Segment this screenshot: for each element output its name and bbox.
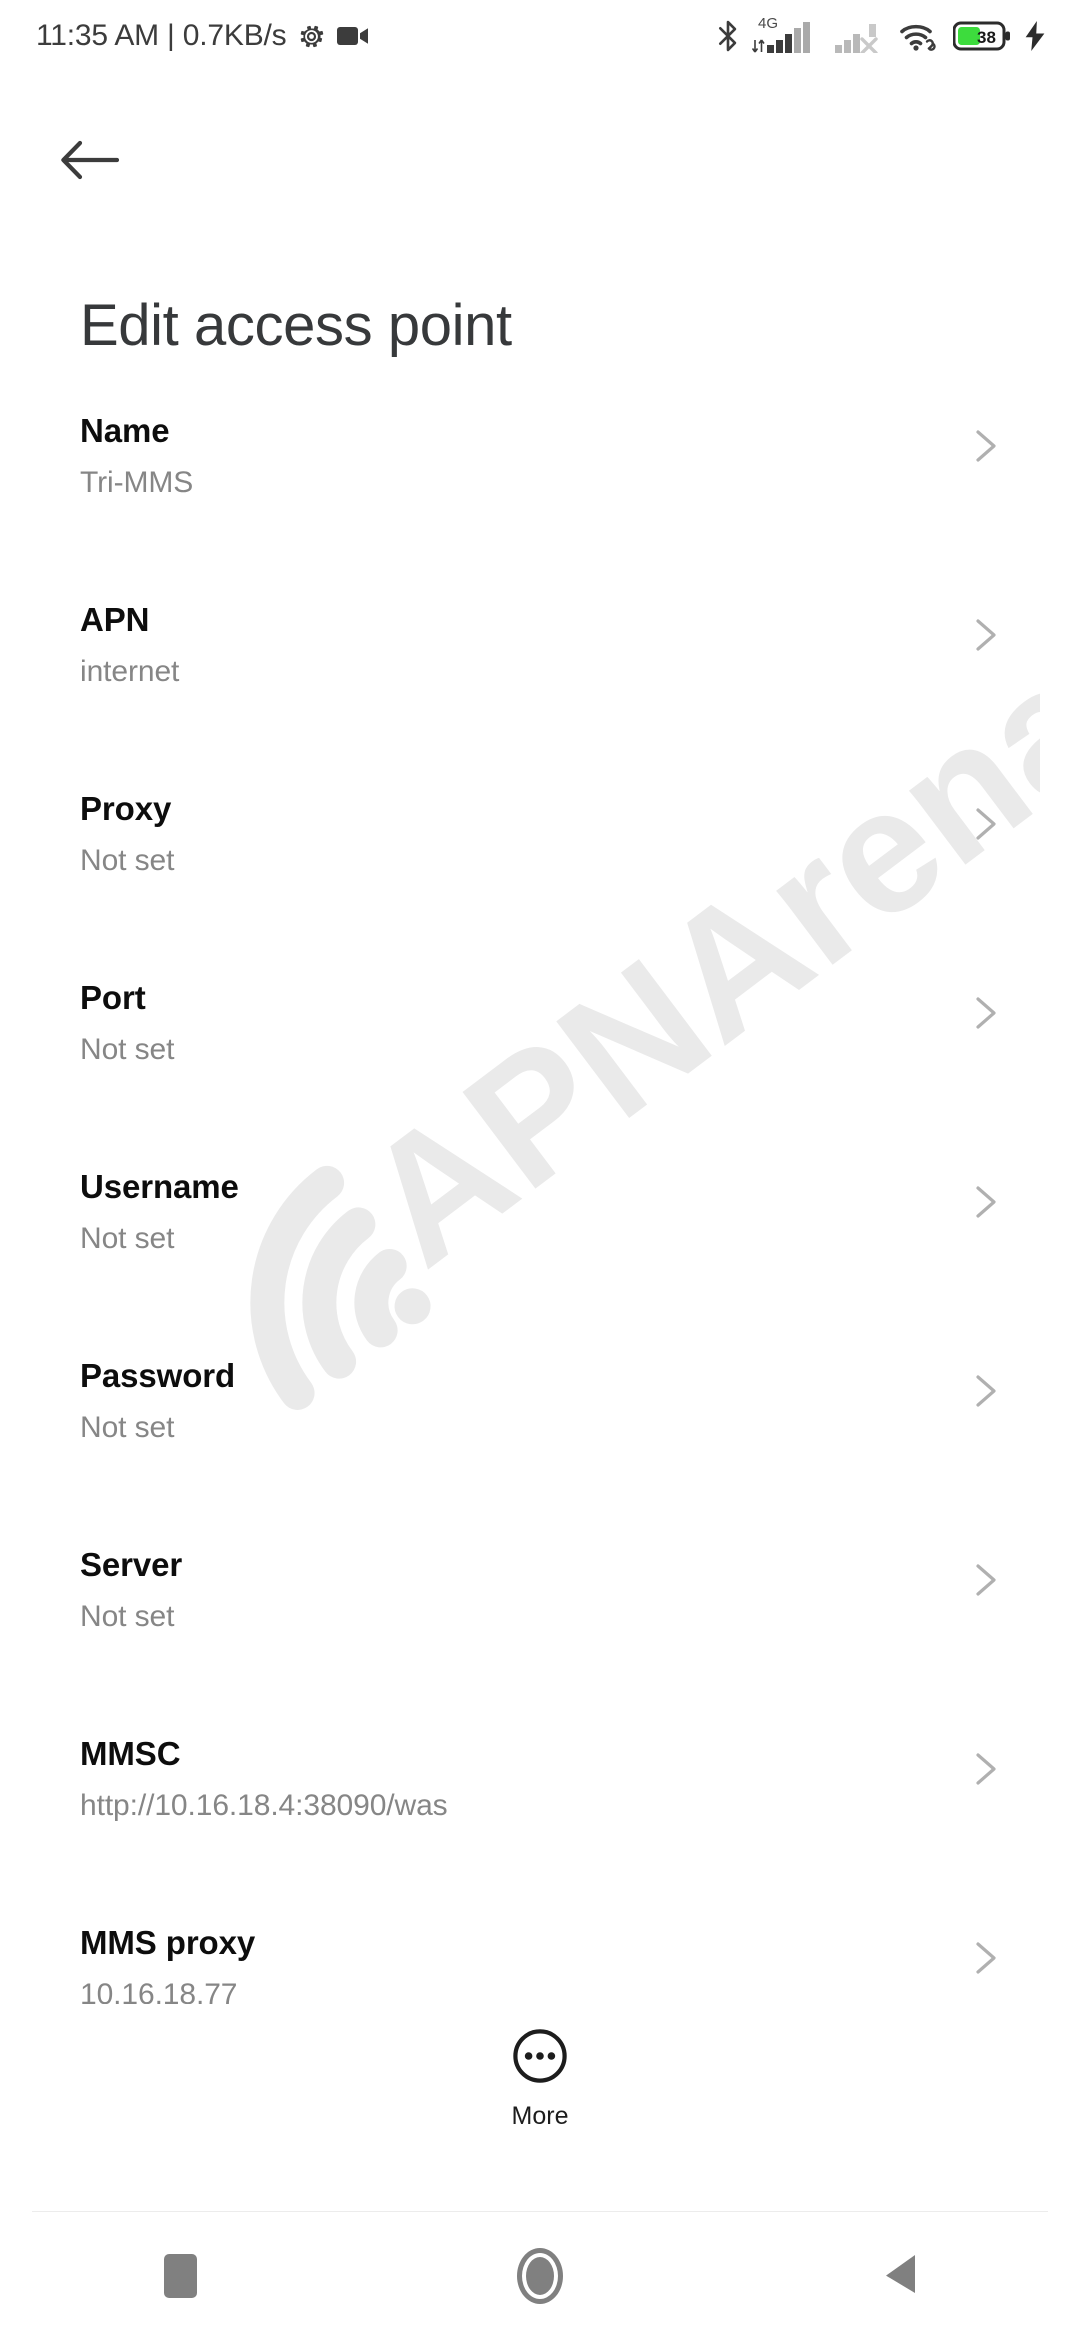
network-type-label: 4G [758,15,779,32]
gear-icon [297,22,326,51]
row-value: Not set [80,1222,175,1255]
setting-row-port[interactable]: Port Not set [0,971,1080,1160]
row-title: MMS proxy [80,1924,256,1961]
battery-icon: 38 [953,21,1011,51]
bluetooth-icon [717,19,739,53]
chevron-right-icon [970,1371,1004,1411]
arrow-left-icon [61,137,120,188]
chevron-right-icon [970,1560,1004,1600]
more-button[interactable]: More [0,2028,1080,2129]
nav-bar [0,2212,1080,2340]
chevron-right-icon [970,804,1004,844]
nav-recents-button[interactable] [0,2212,360,2340]
status-bar-left: 11:35 AM | 0.7KB/s [36,19,370,53]
setting-row-password[interactable]: Password Not set [0,1349,1080,1538]
status-bar-right: 4G 38 [717,15,1046,53]
row-title: Server [80,1546,183,1583]
row-title: Username [80,1168,239,1205]
page-title: Edit access point [80,292,512,358]
recents-icon [163,2254,197,2298]
signal-4g-icon: 4G [752,15,822,53]
setting-row-username[interactable]: Username Not set [0,1160,1080,1349]
row-title: MMSC [80,1735,181,1772]
svg-text:38: 38 [977,28,996,47]
back-button[interactable] [48,120,132,204]
row-value: Tri-MMS [80,466,194,499]
video-camera-icon [337,24,370,48]
row-value: Not set [80,1411,175,1444]
settings-list: Name Tri-MMS APN internet Proxy Not set … [0,404,1080,2105]
chevron-right-icon [970,615,1004,655]
nav-back-button[interactable] [720,2212,1080,2340]
setting-row-proxy[interactable]: Proxy Not set [0,782,1080,971]
chevron-right-icon [970,1938,1004,1978]
row-title: Port [80,979,146,1016]
status-bar: 11:35 AM | 0.7KB/s 4G 38 [0,0,1080,72]
row-value: Not set [80,1600,175,1633]
setting-row-name[interactable]: Name Tri-MMS [0,404,1080,593]
more-dots-circle-icon [512,2028,568,2089]
home-icon [517,2248,563,2304]
row-value: Not set [80,844,175,877]
chevron-right-icon [970,426,1004,466]
row-title: Name [80,412,170,449]
wifi-link-icon [900,20,940,52]
setting-row-apn[interactable]: APN internet [0,593,1080,782]
row-value: internet [80,655,180,688]
back-triangle-icon [883,2252,917,2301]
chevron-right-icon [970,1749,1004,1789]
row-value: Not set [80,1033,175,1066]
setting-row-mmsc[interactable]: MMSC http://10.16.18.4:38090/was [0,1727,1080,1916]
row-title: APN [80,601,150,638]
charging-bolt-icon [1024,21,1046,51]
row-title: Password [80,1357,236,1394]
chevron-right-icon [970,1182,1004,1222]
status-bar-clock: 11:35 AM | 0.7KB/s [36,19,287,52]
row-value: http://10.16.18.4:38090/was [80,1789,448,1822]
row-title: Proxy [80,790,172,827]
more-button-label: More [511,2102,569,2130]
chevron-right-icon [970,993,1004,1033]
nav-home-button[interactable] [360,2212,720,2340]
signal-no-service-icon [835,19,887,53]
setting-row-server[interactable]: Server Not set [0,1538,1080,1727]
